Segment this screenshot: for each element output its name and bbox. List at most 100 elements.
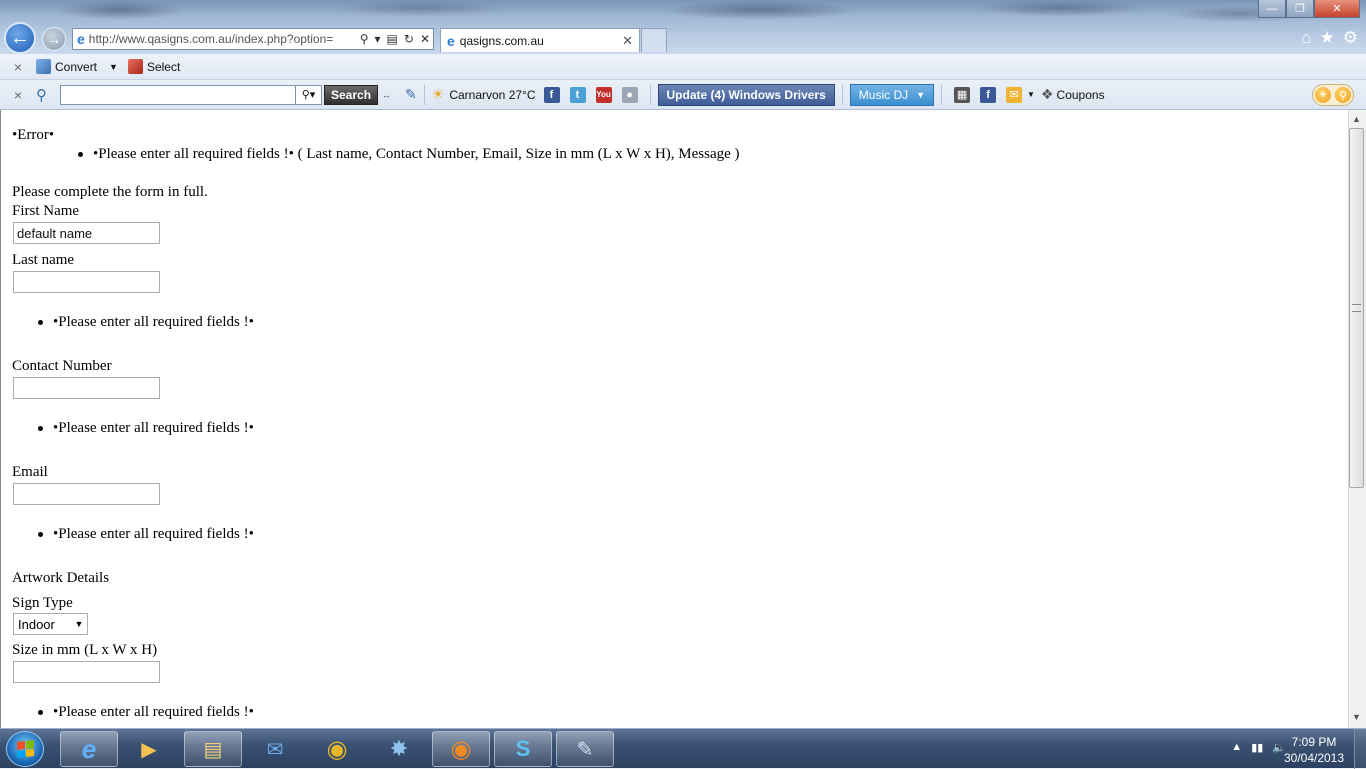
joystick-icon[interactable]: ● [621, 86, 638, 103]
separator [941, 84, 943, 105]
last-name-input[interactable] [13, 271, 160, 293]
taskbar-firefox[interactable]: ◉ [432, 731, 490, 767]
chevron-down-icon: ▼ [916, 89, 926, 100]
taskbar-file-explorer[interactable]: ▤ [184, 731, 242, 767]
search-toolbar: × ⚲ ⚲▾ Search ↔ ✎ ☀ Carnarvon 27°C f t Y… [0, 80, 1366, 110]
start-button[interactable] [6, 731, 44, 767]
taskbar-skype[interactable]: S [494, 731, 552, 767]
convert-icon [36, 59, 51, 74]
home-icon[interactable]: ⌂ [1301, 28, 1311, 48]
arrow-left-icon: ← [10, 26, 30, 49]
media-player-icon: ▶ [141, 738, 157, 761]
browser-titlebar: ← → e http://www.qasigns.com.au/index.ph… [0, 0, 1366, 54]
restore-button[interactable]: ❐ [1286, 0, 1314, 18]
sign-type-label: Sign Type [12, 595, 73, 611]
thunderbird-icon: ✉ [266, 738, 284, 761]
search-input[interactable] [60, 84, 296, 105]
arrow-right-icon: → [47, 31, 61, 47]
mail-icon[interactable]: ✉ [1006, 86, 1023, 103]
scroll-down-icon[interactable]: ▼ [1352, 712, 1361, 722]
taskbar-thunderbird[interactable]: ✉ [246, 731, 304, 767]
convert-toolbar: × Convert ▼ Select [0, 54, 1366, 80]
compatibility-icon[interactable]: ▤ [387, 32, 398, 46]
scrollbar-grip [1352, 304, 1361, 312]
search-engine-icon[interactable]: ⚲▾ [296, 84, 322, 105]
contact-number-input[interactable] [13, 377, 160, 399]
search-icon[interactable]: ⚲ [360, 32, 369, 46]
forward-button[interactable]: → [42, 27, 66, 51]
music-dj-button[interactable]: Music DJ ▼ [849, 83, 935, 106]
favorites-star-icon[interactable]: ★ [1320, 28, 1335, 48]
ie-page-icon: e [77, 31, 85, 47]
size-error: •Please enter all required fields !• [53, 704, 254, 720]
contact-number-error: •Please enter all required fields !• [53, 420, 254, 436]
size-input[interactable] [13, 661, 160, 683]
dropdown-arrow-icon[interactable]: ▾ [375, 32, 381, 46]
back-button[interactable]: ← [4, 22, 36, 54]
taskbar-chrome[interactable]: ◉ [308, 731, 366, 767]
taskbar-safari[interactable]: ✸ [370, 731, 428, 767]
separator [649, 84, 651, 105]
new-tab-button[interactable] [641, 28, 667, 52]
network-signal-icon[interactable]: ▮▮ [1251, 741, 1263, 754]
facebook-icon[interactable]: f [980, 86, 997, 103]
first-name-label: First Name [12, 203, 80, 219]
gear-icon[interactable]: ⚙ [1343, 28, 1358, 48]
skype-icon: S [515, 736, 531, 761]
select-label: Select [146, 59, 181, 74]
email-error: •Please enter all required fields !• [53, 526, 254, 542]
twitter-icon[interactable]: t [569, 86, 586, 103]
sign-type-value: Indoor [18, 616, 55, 632]
youtube-icon[interactable]: You [595, 86, 612, 103]
scroll-up-icon[interactable]: ▲ [1352, 114, 1361, 124]
select-button[interactable]: Select [127, 59, 181, 74]
windows-logo-icon [17, 740, 34, 758]
facebook-icon[interactable]: f [543, 86, 560, 103]
weather-icon: ☀ [431, 86, 445, 102]
separator [841, 84, 843, 105]
show-desktop-button[interactable] [1354, 729, 1366, 769]
minimize-button[interactable]: — [1258, 0, 1286, 18]
search-options-icon[interactable]: ⚲ [36, 86, 47, 104]
tab-qasigns[interactable]: e qasigns.com.au ✕ [440, 28, 640, 52]
browser-right-icons: ⌂ ★ ⚙ [1301, 28, 1358, 48]
firefox-icon: ◉ [450, 735, 472, 763]
contact-number-label: Contact Number [12, 358, 112, 374]
coupons-icon: ❖ [1040, 86, 1054, 102]
system-tray: ▲ ▮▮ 🔈 [1231, 741, 1286, 754]
highlighter-icon[interactable]: ✎ [405, 86, 417, 103]
convert-button[interactable]: Convert ▼ [36, 59, 118, 74]
sign-type-select[interactable]: Indoor ▼ [13, 613, 88, 635]
stop-icon[interactable]: ✕ [420, 32, 430, 46]
bullet [38, 426, 43, 431]
address-bar[interactable]: e http://www.qasigns.com.au/index.php?op… [72, 28, 434, 50]
taskbar-internet-explorer[interactable]: e [60, 731, 118, 767]
close-window-button[interactable]: ✕ [1314, 0, 1360, 18]
toolbar-close-icon[interactable]: × [0, 59, 36, 75]
search-addon-icon[interactable]: ⚲ [1335, 87, 1351, 103]
update-drivers-button[interactable]: Update (4) Windows Drivers [657, 83, 835, 106]
search-toolbar-close-icon[interactable]: × [0, 87, 36, 103]
show-hidden-icons[interactable]: ▲ [1231, 741, 1242, 754]
search-button[interactable]: Search [324, 84, 379, 105]
taskbar-paint[interactable]: ✎ [556, 731, 614, 767]
clock-date: 30/04/2013 [1283, 751, 1345, 765]
add-icon[interactable]: + [1315, 87, 1331, 103]
tab-close-icon[interactable]: ✕ [622, 33, 633, 49]
resize-handle-icon[interactable]: ↔ [382, 90, 391, 100]
folder-icon: ▤ [203, 738, 223, 761]
bullet [38, 320, 43, 325]
taskbar-clock[interactable]: 7:09 PM 30/04/2013 [1282, 734, 1346, 766]
chevron-down-icon[interactable]: ▼ [109, 62, 118, 72]
first-name-input[interactable] [13, 222, 160, 244]
taskbar-media-player[interactable]: ▶ [120, 731, 178, 767]
refresh-icon[interactable]: ↻ [404, 32, 414, 46]
weather-text[interactable]: Carnarvon 27°C [449, 88, 535, 102]
email-input[interactable] [13, 483, 160, 505]
radio-icon[interactable]: ▦ [954, 86, 971, 103]
address-url[interactable]: http://www.qasigns.com.au/index.php?opti… [89, 32, 357, 46]
chevron-down-icon[interactable]: ▼ [1027, 90, 1035, 99]
coupons-link[interactable]: Coupons [1057, 88, 1105, 102]
artwork-details-heading: Artwork Details [12, 570, 110, 586]
chevron-down-icon: ▼ [74, 619, 84, 629]
